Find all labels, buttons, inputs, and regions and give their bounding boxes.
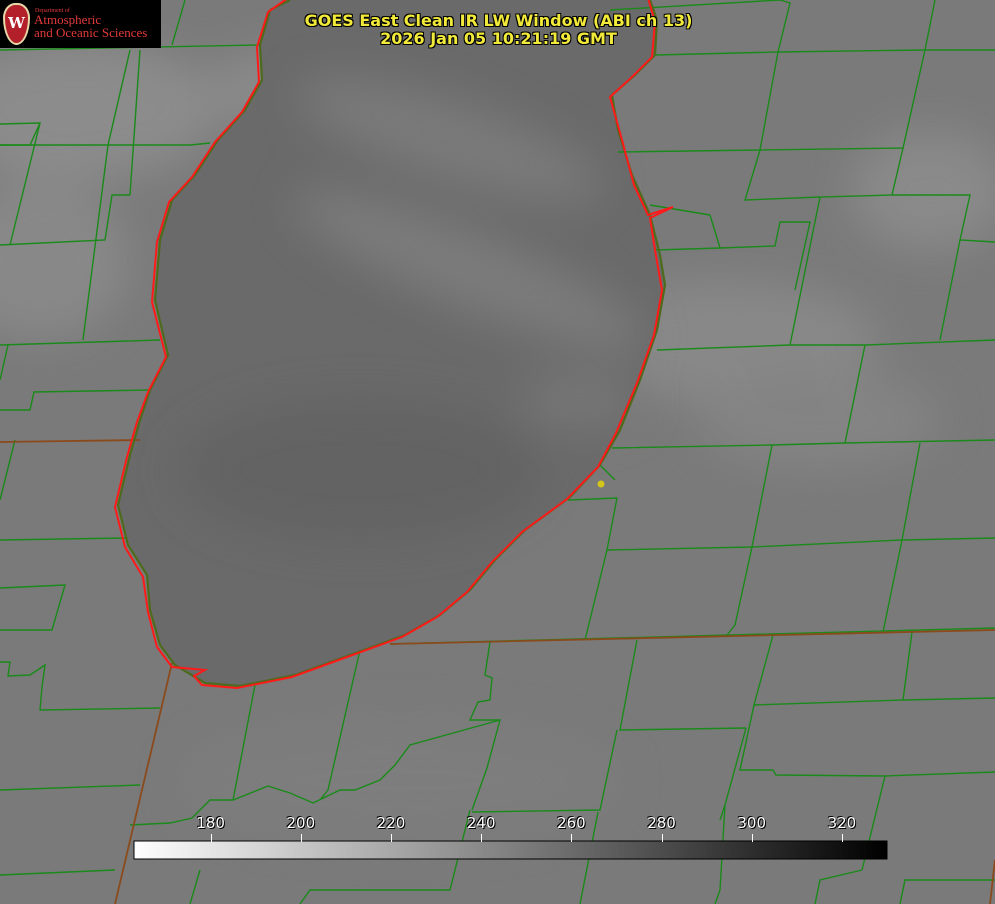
colorbar-tick-label: 180 — [196, 814, 225, 832]
colorbar-tick-mark — [571, 834, 573, 842]
colorbar-tick-label: 200 — [286, 814, 316, 832]
image-title: GOES East Clean IR LW Window (ABI ch 13)… — [0, 12, 995, 48]
colorbar-tick-label: 300 — [737, 814, 767, 832]
colorbar-tick-mark — [751, 834, 753, 842]
colorbar-tick-mark — [210, 834, 212, 842]
colorbar-tick-mark — [481, 834, 483, 842]
title-line1: GOES East Clean IR LW Window (ABI ch 13) — [304, 11, 693, 30]
colorbar-tick-mark — [661, 834, 663, 842]
location-marker — [597, 480, 605, 488]
colorbar-tick-mark — [841, 834, 843, 842]
colorbar-tick-label: 240 — [466, 814, 496, 832]
colorbar-tick-mark — [391, 834, 392, 842]
colorbar-tick-label: 280 — [647, 814, 676, 832]
colorbar-tick-label: 220 — [376, 814, 406, 832]
colorbar-tick-label: 320 — [827, 814, 857, 832]
colorbar-tick-mark — [300, 834, 302, 842]
colorbar — [133, 840, 888, 860]
title-timestamp: 2026 Jan 05 10:21:19 GMT — [380, 29, 617, 48]
colorbar-tick-label: 260 — [557, 814, 586, 832]
satellite-map — [0, 0, 995, 904]
